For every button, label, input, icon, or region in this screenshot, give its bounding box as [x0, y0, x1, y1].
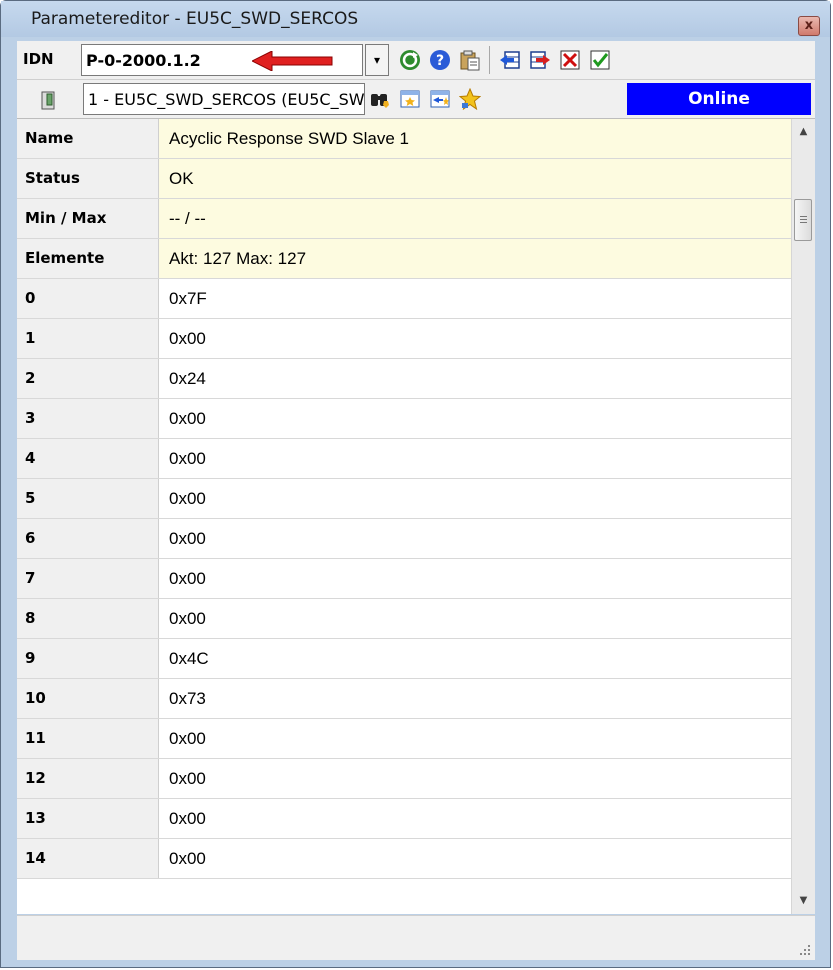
row-key: 9 [17, 639, 159, 678]
element-row[interactable]: 3 0x00 [17, 399, 791, 439]
row-key: 3 [17, 399, 159, 438]
row-value[interactable]: 0x00 [159, 399, 791, 438]
row-value[interactable]: 0x00 [159, 719, 791, 758]
title-bar[interactable]: Parametereditor - EU5C_SWD_SERCOS x [1, 1, 830, 37]
element-row[interactable]: 11 0x00 [17, 719, 791, 759]
toolbar-separator [489, 46, 490, 74]
row-value[interactable]: 0x73 [159, 679, 791, 718]
row-key: 10 [17, 679, 159, 718]
row-value[interactable]: 0x00 [159, 479, 791, 518]
row-key: 7 [17, 559, 159, 598]
row-value[interactable]: Akt: 127 Max: 127 [159, 239, 791, 278]
meta-row[interactable]: Min / Max -- / -- [17, 199, 791, 239]
row-value[interactable]: 0x00 [159, 439, 791, 478]
row-value[interactable]: 0x00 [159, 839, 791, 878]
row-value[interactable]: 0x00 [159, 799, 791, 838]
device-select[interactable]: 1 - EU5C_SWD_SERCOS (EU5C_SWD_SERCOS) [83, 83, 365, 115]
table-icon[interactable] [399, 88, 421, 110]
row-value[interactable]: 0x00 [159, 319, 791, 358]
export-icon[interactable] [529, 49, 551, 71]
scroll-up-arrow-icon[interactable]: ▲ [792, 121, 815, 143]
row-value[interactable]: 0x24 [159, 359, 791, 398]
row-key: 12 [17, 759, 159, 798]
element-row[interactable]: 10 0x73 [17, 679, 791, 719]
element-row[interactable]: 1 0x00 [17, 319, 791, 359]
idn-dropdown-button[interactable]: ▾ [365, 44, 389, 76]
row-key: 13 [17, 799, 159, 838]
device-toolbar: 1 - EU5C_SWD_SERCOS (EU5C_SWD_SERCOS) On… [17, 80, 815, 119]
meta-row[interactable]: Elemente Akt: 127 Max: 127 [17, 239, 791, 279]
check-icon[interactable] [589, 49, 611, 71]
idn-label: IDN [23, 50, 54, 68]
element-row[interactable]: 12 0x00 [17, 759, 791, 799]
svg-text:?: ? [436, 53, 444, 69]
element-row[interactable]: 8 0x00 [17, 599, 791, 639]
row-value[interactable]: 0x00 [159, 559, 791, 598]
online-status-badge: Online [627, 83, 811, 115]
element-row[interactable]: 6 0x00 [17, 519, 791, 559]
row-key: Elemente [17, 239, 159, 278]
row-key: 6 [17, 519, 159, 558]
row-value[interactable]: Acyclic Response SWD Slave 1 [159, 119, 791, 158]
element-row[interactable]: 5 0x00 [17, 479, 791, 519]
row-key: Min / Max [17, 199, 159, 238]
element-row[interactable]: 2 0x24 [17, 359, 791, 399]
idn-toolbar: IDN P-0-2000.1.2 ▾ ? [17, 41, 815, 80]
close-button[interactable]: x [798, 16, 820, 36]
parameter-editor-window: Parametereditor - EU5C_SWD_SERCOS x IDN … [0, 0, 831, 968]
delete-icon[interactable] [559, 49, 581, 71]
meta-row[interactable]: Name Acyclic Response SWD Slave 1 [17, 119, 791, 159]
row-value[interactable]: 0x4C [159, 639, 791, 678]
resize-grip-icon[interactable] [797, 942, 811, 956]
row-key: Name [17, 119, 159, 158]
row-key: Status [17, 159, 159, 198]
row-value[interactable]: 0x00 [159, 759, 791, 798]
element-row[interactable]: 9 0x4C [17, 639, 791, 679]
vertical-scrollbar[interactable]: ▲ ▼ [791, 119, 815, 914]
paste-icon[interactable] [459, 49, 481, 71]
parameter-grid: Name Acyclic Response SWD Slave 1 Status OK… [17, 119, 791, 914]
row-value[interactable]: 0x7F [159, 279, 791, 318]
idn-input[interactable]: P-0-2000.1.2 [81, 44, 363, 76]
element-row[interactable]: 13 0x00 [17, 799, 791, 839]
row-value[interactable]: 0x00 [159, 519, 791, 558]
star-icon[interactable] [459, 88, 481, 110]
device-icon [41, 91, 55, 110]
row-value[interactable]: OK [159, 159, 791, 198]
device-value: 1 - EU5C_SWD_SERCOS (EU5C_SWD_SERCOS) [88, 90, 365, 109]
meta-row[interactable]: Status OK [17, 159, 791, 199]
element-row[interactable]: 14 0x00 [17, 839, 791, 879]
search-binoculars-icon[interactable] [369, 88, 391, 110]
idn-value: P-0-2000.1.2 [86, 51, 201, 70]
element-row[interactable]: 0 0x7F [17, 279, 791, 319]
scroll-down-arrow-icon[interactable]: ▼ [792, 890, 815, 912]
table-arrow-icon[interactable] [429, 88, 451, 110]
refresh-icon[interactable] [399, 49, 421, 71]
red-arrow-annotation-icon [252, 51, 333, 71]
row-value[interactable]: -- / -- [159, 199, 791, 238]
row-key: 11 [17, 719, 159, 758]
row-value[interactable]: 0x00 [159, 599, 791, 638]
row-key: 0 [17, 279, 159, 318]
row-key: 2 [17, 359, 159, 398]
row-key: 1 [17, 319, 159, 358]
element-row[interactable]: 4 0x00 [17, 439, 791, 479]
window-title: Parametereditor - EU5C_SWD_SERCOS [31, 9, 359, 29]
row-key: 8 [17, 599, 159, 638]
element-row[interactable]: 7 0x00 [17, 559, 791, 599]
help-icon[interactable]: ? [429, 49, 451, 71]
row-key: 14 [17, 839, 159, 878]
scroll-thumb[interactable] [794, 199, 812, 241]
status-bar [17, 915, 815, 960]
row-key: 5 [17, 479, 159, 518]
import-icon[interactable] [499, 49, 521, 71]
row-key: 4 [17, 439, 159, 478]
